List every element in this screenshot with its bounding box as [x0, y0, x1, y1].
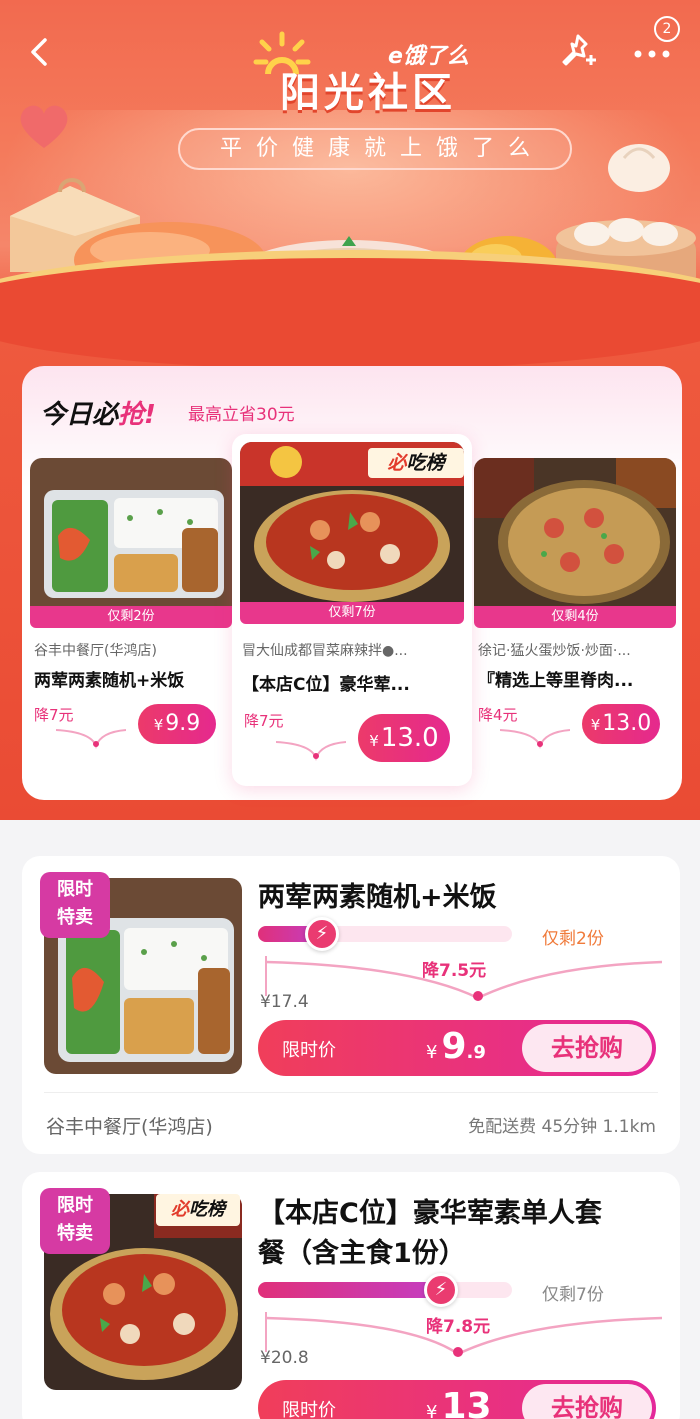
hot-tag-prefix: 必 — [171, 1199, 189, 1220]
deal-shop-name: 冒大仙成都冒菜麻辣拌●... — [242, 643, 408, 659]
grab-button[interactable]: 去抢购 — [522, 1384, 652, 1419]
currency-symbol: ¥ — [153, 716, 164, 734]
hero-arc — [0, 250, 700, 370]
flash-tag-line2: 特卖 — [57, 1223, 93, 1244]
deal-product-name: 『精选上等里脊肉... — [478, 671, 634, 691]
deal-stock-label: 仅剩4份 — [474, 606, 676, 628]
original-price: ¥20.8 — [260, 1348, 309, 1368]
product-title-line2: 餐（含主食1份） — [258, 1238, 466, 1269]
heart-decoration — [20, 105, 68, 148]
deal-stock-label: 仅剩2份 — [30, 606, 232, 628]
discount-wave-icon — [276, 741, 346, 761]
lightning-icon: ⚡ — [424, 1273, 458, 1307]
back-button[interactable] — [22, 34, 58, 70]
bun-decoration — [608, 144, 670, 192]
product-title: 【本店C位】豪华荤素单人套 餐（含主食1份） — [258, 1194, 602, 1274]
currency-symbol: ¥ — [590, 716, 601, 734]
discount-wave-icon — [56, 729, 126, 749]
product-card[interactable]: 限时 特卖 两荤两素随机+米饭 ⚡ 仅剩2份 降7.5元 ¥17.4 限时价 ¥… — [22, 856, 680, 1154]
deal-shop-name: 徐记·猛火蛋炒饭·炒面·... — [478, 643, 631, 659]
slogan-pill: 平价健康就上饿了么 — [178, 128, 572, 170]
sale-price: ¥9.9 — [426, 1026, 486, 1067]
deal-price: 13.0 — [602, 711, 652, 736]
flash-sale-tag: 限时 特卖 — [40, 1188, 110, 1254]
shop-name[interactable]: 谷丰中餐厅(华鸿店) — [46, 1112, 213, 1139]
meal-box-image — [30, 458, 232, 606]
price-integer: 13 — [441, 1386, 492, 1419]
deals-title-accent: 抢! — [118, 400, 156, 430]
hot-list-tag: 必吃榜 — [156, 1194, 240, 1226]
price-integer: 9 — [441, 1026, 467, 1067]
discount-wave-icon — [500, 729, 570, 749]
price-drop-label: 降7.5元 — [422, 961, 487, 981]
limited-price-label: 限时价 — [282, 1400, 336, 1419]
deal-stock-label: 仅剩7份 — [240, 602, 464, 624]
sales-progress-bar: ⚡ — [258, 1273, 512, 1307]
deal-product-name: 【本店C位】豪华荤... — [242, 675, 410, 695]
fried-rice-image — [474, 458, 676, 606]
product-card[interactable]: 必吃榜 限时 特卖 【本店C位】豪华荤素单人套 餐（含主食1份） ⚡ 仅剩7份 … — [22, 1172, 680, 1419]
notification-count-badge: 2 — [654, 16, 680, 42]
stock-left-label: 仅剩7份 — [542, 1285, 604, 1305]
limited-price-label: 限时价 — [282, 1040, 336, 1061]
deal-product-name: 两荤两素随机+米饭 — [34, 671, 185, 691]
buy-bar[interactable]: 限时价 ¥13 去抢购 — [258, 1380, 656, 1419]
flash-tag-line1: 限时 — [57, 1195, 93, 1216]
hot-tag-suffix: 吃榜 — [189, 1199, 225, 1220]
flash-sale-tag: 限时 特卖 — [40, 872, 110, 938]
hot-list-tag: 必吃榜 — [368, 448, 464, 478]
more-button[interactable] — [630, 40, 674, 64]
deal-image — [474, 458, 676, 606]
currency-symbol: ¥ — [426, 1402, 438, 1419]
hot-tag-prefix: 必 — [387, 452, 407, 474]
deal-price-button[interactable]: ¥13.0 — [358, 714, 450, 762]
delivery-info: 免配送费 45分钟 1.1km — [468, 1117, 656, 1137]
deal-price-button[interactable]: ¥13.0 — [582, 704, 660, 744]
deal-price: 13.0 — [380, 723, 439, 753]
price-drop-label: 降7.8元 — [426, 1317, 491, 1337]
deal-price: 9.9 — [165, 711, 201, 736]
deal-image — [30, 458, 232, 606]
deal-shop-name: 谷丰中餐厅(华鸿店) — [34, 643, 157, 659]
grab-button[interactable]: 去抢购 — [522, 1024, 652, 1072]
hot-tag-suffix: 吃榜 — [406, 452, 445, 474]
deal-discount: 降7元 — [244, 712, 284, 730]
today-deals-card: 今日必抢! 最高立省30元 仅剩2份 谷丰中餐厅(华鸿店) 两荤两素随机+米饭 … — [22, 366, 682, 800]
divider — [44, 1092, 658, 1093]
deal-price-button[interactable]: ¥9.9 — [138, 704, 216, 744]
stock-left-label: 仅剩2份 — [542, 929, 604, 949]
more-dots-icon — [634, 50, 670, 58]
deal-image: 必吃榜 — [240, 442, 464, 602]
currency-symbol: ¥ — [426, 1042, 438, 1063]
buy-bar[interactable]: 限时价 ¥9.9 去抢购 — [258, 1020, 656, 1076]
sales-progress-bar: ⚡ — [258, 917, 512, 951]
sale-price: ¥13 — [426, 1386, 492, 1419]
deal-item-featured[interactable]: 必吃榜 仅剩7份 冒大仙成都冒菜麻辣拌●... 【本店C位】豪华荤... 降7元… — [232, 434, 472, 786]
deals-title-text: 今日必 — [40, 400, 119, 430]
flash-tag-line1: 限时 — [57, 879, 93, 900]
original-price: ¥17.4 — [260, 992, 309, 1012]
deals-title: 今日必抢! — [40, 394, 156, 431]
chevron-left-icon — [31, 38, 47, 66]
deal-discount: 降4元 — [478, 706, 518, 724]
currency-symbol: ¥ — [369, 732, 379, 750]
sales-progress-fill — [258, 1282, 441, 1298]
product-title: 两荤两素随机+米饭 — [258, 882, 497, 913]
page-title: 阳光社区 — [280, 70, 456, 116]
deals-subtitle: 最高立省30元 — [188, 405, 295, 425]
lightning-icon: ⚡ — [305, 917, 339, 951]
deal-discount: 降7元 — [34, 706, 74, 724]
flash-tag-line2: 特卖 — [57, 907, 93, 928]
pin-button[interactable] — [556, 32, 598, 74]
pin-icon — [562, 34, 596, 66]
product-title-line1: 【本店C位】豪华荤素单人套 — [258, 1198, 602, 1229]
price-decimal: .9 — [466, 1042, 486, 1063]
